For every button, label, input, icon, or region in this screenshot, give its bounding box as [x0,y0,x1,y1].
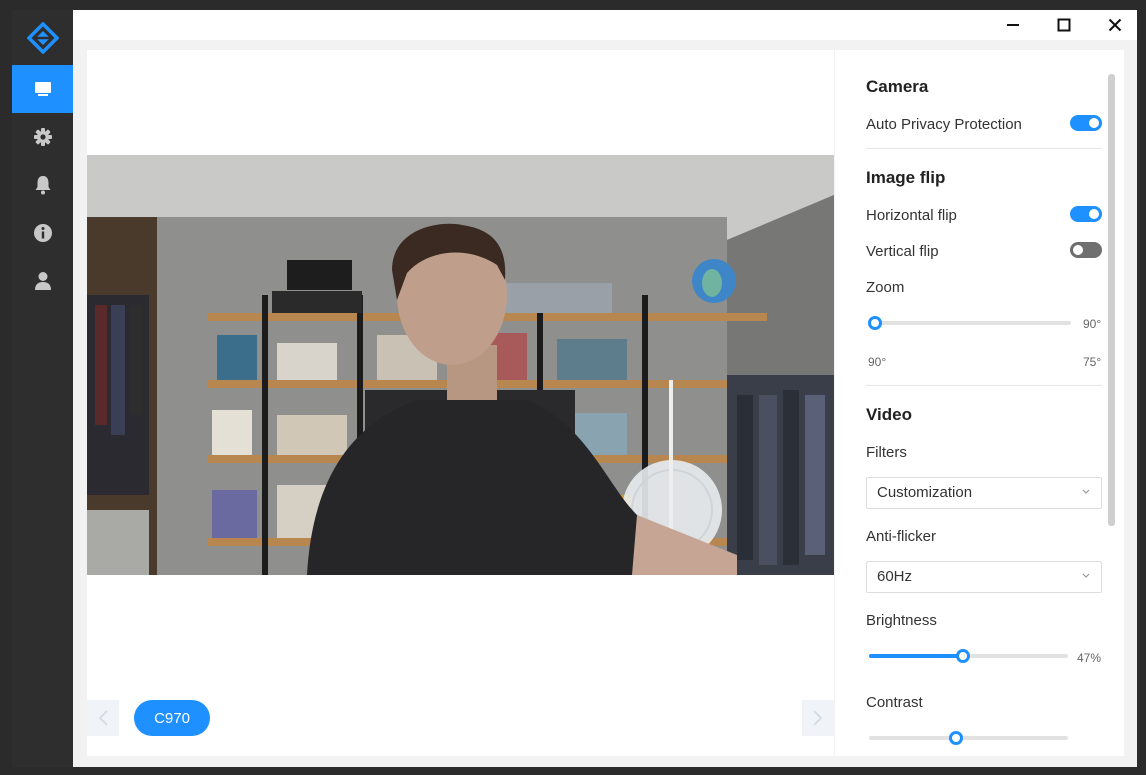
auto-privacy-toggle[interactable] [1070,115,1102,131]
title-bar [73,10,1137,40]
settings-panel: Camera Auto Privacy Protection Image fli… [835,50,1124,756]
chevron-right-icon [813,710,823,726]
close-icon [1108,18,1122,32]
antiflicker-selected-value: 60Hz [877,568,913,585]
zoom-value: 90° [1083,317,1102,331]
chevron-left-icon [98,710,108,726]
device-chip[interactable]: C970 [134,700,210,736]
antiflicker-select[interactable]: 60Hz [866,561,1102,593]
app-logo [12,10,73,65]
camera-stage: C970 [87,50,834,756]
brightness-label: Brightness [866,612,937,629]
vertical-flip-label: Vertical flip [866,243,939,260]
minimize-button[interactable] [988,10,1038,40]
monitor-icon [34,82,51,96]
close-button[interactable] [1090,10,1140,40]
zoom-label: Zoom [866,279,905,296]
toggle-knob [1089,209,1099,219]
maximize-icon [1057,18,1071,32]
sidebar-item-notifications[interactable] [12,161,73,209]
info-icon [33,224,52,242]
contrast-label: Contrast [866,694,923,711]
zoom-max-label: 75° [1083,355,1102,369]
prev-device-button[interactable] [87,700,119,736]
next-device-button[interactable] [802,700,834,736]
zoom-min-label: 90° [868,355,887,369]
minimize-icon [1007,24,1019,26]
contrast-slider-thumb[interactable] [949,731,963,745]
panel-scrollbar[interactable] [1108,74,1115,526]
sidebar-item-camera[interactable] [12,65,73,113]
brightness-slider[interactable] [869,649,1068,663]
section-title-video: Video [866,405,912,424]
chevron-down-icon [1082,489,1090,494]
divider [866,148,1102,149]
zoom-slider-thumb[interactable] [868,316,882,330]
section-title-camera: Camera [866,77,929,96]
antiflicker-label: Anti-flicker [866,528,937,545]
camera-feed-image [87,155,834,575]
sidebar-item-settings[interactable] [12,113,73,161]
filters-selected-value: Customization [877,484,973,501]
filters-label: Filters [866,444,907,461]
brightness-value: 47% [1077,651,1102,665]
toggle-knob [1089,118,1099,128]
vertical-flip-toggle[interactable] [1070,242,1102,258]
filters-select[interactable]: Customization [866,477,1102,509]
contrast-slider[interactable] [869,731,1068,745]
zoom-slider[interactable] [868,316,1071,330]
camera-preview [87,155,834,575]
chevron-down-icon [1082,573,1090,578]
toggle-knob [1073,245,1083,255]
logo-icon [26,21,59,54]
sidebar-item-about[interactable] [12,209,73,257]
brightness-slider-fill [869,654,963,658]
horizontal-flip-label: Horizontal flip [866,207,957,224]
maximize-button[interactable] [1039,10,1089,40]
horizontal-flip-toggle[interactable] [1070,206,1102,222]
section-title-image-flip: Image flip [866,168,946,187]
brightness-slider-thumb[interactable] [956,649,970,663]
divider [866,385,1102,386]
main-window: C970 Camera Auto Privacy Protection Imag… [73,10,1137,767]
sidebar [12,10,73,767]
auto-privacy-label: Auto Privacy Protection [866,116,1022,133]
user-icon [34,272,51,290]
sidebar-item-account[interactable] [12,257,73,305]
gear-icon [33,128,52,146]
bell-icon [35,176,50,195]
